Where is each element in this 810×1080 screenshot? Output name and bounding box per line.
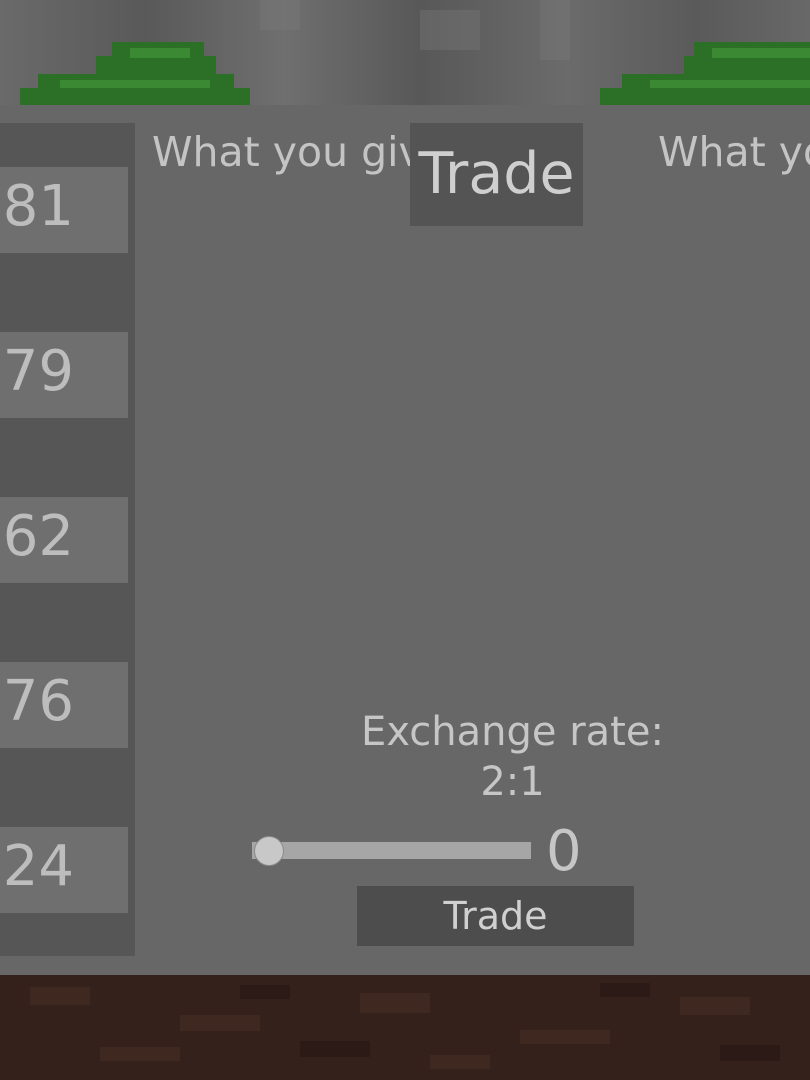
game-scene: 181 179 262 76 24 What you give Trade Wh… (0, 0, 810, 1080)
get-column-label: What you get (658, 128, 810, 176)
slot-quantity: 181 (0, 174, 74, 239)
stone-grass-backdrop (0, 0, 810, 106)
quantity-slider[interactable] (252, 836, 531, 866)
slot-quantity: 179 (0, 339, 74, 404)
exchange-rate-value: 2:1 (480, 759, 545, 805)
grass-tufts (20, 0, 810, 106)
slider-handle[interactable] (254, 836, 284, 866)
trade-button[interactable]: Trade (357, 886, 634, 946)
slot-quantity: 262 (0, 504, 74, 569)
trade-tab[interactable]: Trade (410, 123, 583, 226)
dirt-texture (30, 983, 780, 1069)
inventory-slot[interactable]: 179 (0, 332, 128, 418)
inventory-slot[interactable]: 181 (0, 167, 128, 253)
exchange-rate-title: Exchange rate: (361, 709, 664, 755)
slot-quantity: 24 (2, 834, 74, 899)
inventory-slot[interactable]: 24 (0, 827, 128, 913)
slider-value: 0 (546, 819, 582, 884)
dirt-backdrop (0, 975, 810, 1080)
give-column-label: What you give (152, 128, 449, 176)
slot-quantity: 76 (2, 669, 74, 734)
inventory-column: 181 179 262 76 24 (0, 123, 135, 956)
slider-track (252, 842, 531, 859)
trade-panel: 181 179 262 76 24 What you give Trade Wh… (0, 105, 810, 975)
exchange-rate-label: Exchange rate: 2:1 (330, 707, 695, 807)
inventory-slot[interactable]: 262 (0, 497, 128, 583)
inventory-slot[interactable]: 76 (0, 662, 128, 748)
